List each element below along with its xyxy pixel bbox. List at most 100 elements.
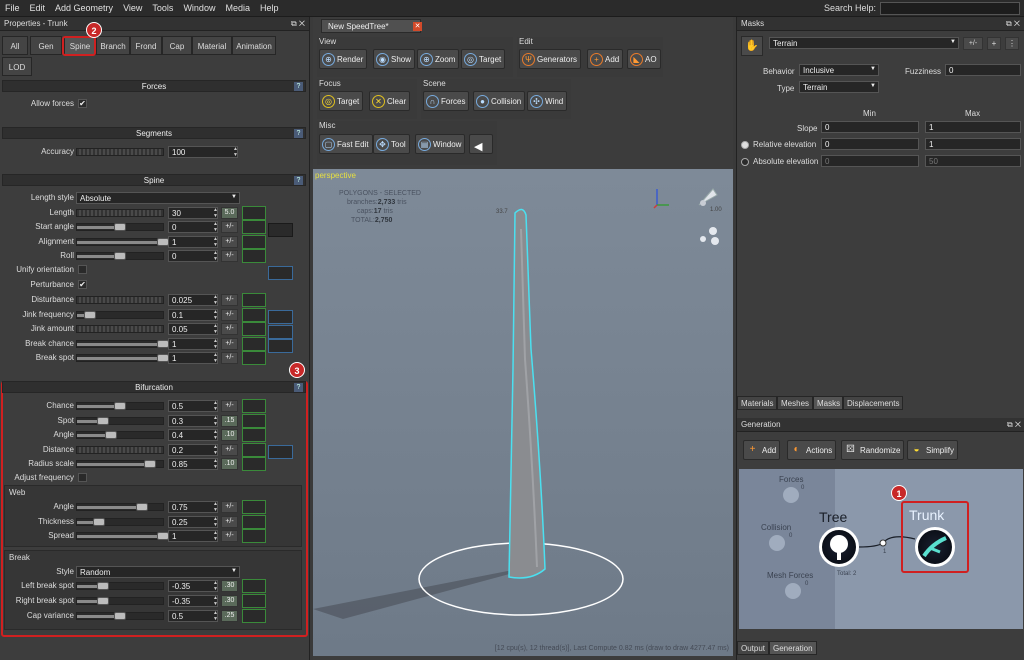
slider-knob[interactable]: [83, 310, 96, 319]
spread-field[interactable]: 1: [168, 530, 218, 542]
bifurcation-section-header[interactable]: Bifurcation?: [2, 381, 306, 393]
trunk-model[interactable]: [313, 169, 733, 656]
left-break-spot-slider[interactable]: [76, 582, 164, 590]
back-arrow-button[interactable]: ◀: [469, 134, 493, 154]
tool-button[interactable]: ✥ Tool: [373, 134, 410, 154]
break-chance-variance-button[interactable]: +/-: [221, 337, 238, 350]
spin-arrows-icon[interactable]: ▲ ▼: [233, 146, 239, 158]
panel-float-close-icon[interactable]: ⧉ ✕: [291, 19, 305, 29]
panel-float-close-icon[interactable]: ⧉ ✕: [1007, 420, 1021, 430]
generation-graph[interactable]: Forces 0 Collision 0 Mesh Forces 0 Tree …: [739, 469, 1023, 629]
thickness-field[interactable]: 0.25: [168, 515, 218, 528]
spread-curve-editor[interactable]: [242, 529, 266, 543]
tab-frond[interactable]: Frond: [130, 36, 162, 55]
type-dropdown[interactable]: Terrain ▼: [799, 81, 879, 93]
tab-material[interactable]: Material: [192, 36, 232, 55]
jink-amount-slider[interactable]: [76, 325, 164, 333]
relative-max-field[interactable]: 1: [925, 138, 1021, 150]
roll-field[interactable]: 0: [168, 249, 218, 262]
spin-arrows-icon[interactable]: ▲ ▼: [213, 236, 219, 248]
spin-arrows-icon[interactable]: ▲ ▼: [213, 610, 219, 622]
relative-elevation-radio[interactable]: [741, 141, 749, 149]
ao-button[interactable]: ◣ AO: [627, 49, 661, 69]
absolute-max-field[interactable]: 50: [925, 155, 1021, 167]
length-variance-button[interactable]: 5.0: [221, 207, 238, 219]
cap-variance-variance-button[interactable]: .25: [221, 610, 238, 622]
length-curve-editor[interactable]: [242, 206, 266, 220]
slider-knob[interactable]: [135, 503, 148, 511]
curve-preview[interactable]: [268, 310, 293, 324]
spot-field[interactable]: 0.3: [168, 414, 218, 427]
spin-arrows-icon[interactable]: ▲ ▼: [213, 580, 219, 592]
slider-knob[interactable]: [105, 431, 118, 439]
length-style-dropdown[interactable]: Absolute ▼: [76, 192, 240, 204]
fuzziness-field[interactable]: 0: [945, 64, 1021, 76]
angle-variance-button[interactable]: +/-: [221, 501, 238, 513]
absolute-elevation-radio[interactable]: [741, 158, 749, 166]
generators-button[interactable]: Ψ Generators: [519, 49, 582, 69]
right-break-spot-curve-editor[interactable]: [242, 594, 266, 608]
slope-max-field[interactable]: 1: [925, 121, 1021, 133]
break-chance-curve-editor[interactable]: [242, 336, 266, 351]
tab-animation[interactable]: Animation: [232, 36, 276, 55]
disturbance-slider[interactable]: [76, 296, 164, 304]
3d-viewport[interactable]: perspective POLYGONS - SELECTED branches…: [313, 169, 733, 656]
wind-button[interactable]: ✣ Wind: [527, 91, 568, 111]
tab-materials[interactable]: Materials: [737, 396, 777, 410]
menu-add-geometry[interactable]: Add Geometry: [50, 0, 118, 13]
spin-arrows-icon[interactable]: ▲ ▼: [213, 323, 219, 335]
search-help-input[interactable]: [880, 2, 1020, 15]
chance-variance-button[interactable]: +/-: [221, 400, 238, 412]
curve-preview[interactable]: [268, 223, 293, 237]
angle-field[interactable]: 0.4: [168, 429, 218, 441]
adjust-frequency-checkbox[interactable]: [78, 473, 87, 482]
angle-slider[interactable]: [76, 503, 164, 511]
view-target-button[interactable]: ◎ Target: [461, 49, 506, 69]
spin-arrows-icon[interactable]: ▲ ▼: [213, 429, 219, 441]
plus-minus-button[interactable]: +/-: [963, 37, 983, 50]
radius-scale-variance-button[interactable]: .10: [221, 458, 238, 470]
menu-help[interactable]: Help: [255, 0, 284, 13]
zoom-button[interactable]: ⊕ Zoom: [417, 49, 460, 69]
jink-amount-curve-editor[interactable]: [242, 322, 266, 336]
spin-arrows-icon[interactable]: ▲ ▼: [213, 352, 219, 364]
thickness-curve-editor[interactable]: [242, 514, 266, 529]
collision-button[interactable]: ● Collision: [473, 91, 526, 111]
jink-amount-field[interactable]: 0.05: [168, 323, 218, 335]
jink-frequency-field[interactable]: 0.1: [168, 308, 218, 321]
relative-min-field[interactable]: 0: [821, 138, 919, 150]
slider-knob[interactable]: [114, 402, 126, 410]
tab-cap[interactable]: Cap: [162, 36, 192, 55]
chance-slider[interactable]: [76, 402, 164, 410]
curve-preview[interactable]: [268, 445, 293, 459]
tab-masks[interactable]: Masks: [813, 396, 843, 410]
angle-curve-editor[interactable]: [242, 428, 266, 442]
spin-arrows-icon[interactable]: ▲ ▼: [213, 458, 219, 470]
distance-field[interactable]: 0.2: [168, 443, 218, 456]
perturbance-checkbox[interactable]: ✔: [78, 280, 87, 289]
absolute-min-field[interactable]: 0: [821, 155, 919, 167]
render-button[interactable]: ⊕ Render: [319, 49, 368, 69]
right-break-spot-slider[interactable]: [76, 597, 164, 605]
spin-arrows-icon[interactable]: ▲ ▼: [213, 207, 219, 219]
left-break-spot-field[interactable]: -0.35: [168, 580, 218, 592]
show-button[interactable]: ◉ Show: [373, 49, 416, 69]
alignment-curve-editor[interactable]: [242, 234, 266, 249]
slope-min-field[interactable]: 0: [821, 121, 919, 133]
slider-knob[interactable]: [114, 251, 126, 260]
help-icon[interactable]: ?: [294, 129, 303, 138]
fast-edit-button[interactable]: ▢ Fast Edit: [319, 134, 373, 154]
alignment-slider[interactable]: [76, 237, 169, 246]
spin-arrows-icon[interactable]: ▲ ▼: [213, 444, 219, 456]
slider-knob[interactable]: [92, 517, 105, 526]
jink-frequency-variance-button[interactable]: +/-: [221, 308, 238, 321]
spin-arrows-icon[interactable]: ▲ ▼: [213, 309, 219, 321]
thickness-variance-button[interactable]: +/-: [221, 515, 238, 528]
radius-scale-field[interactable]: 0.85: [168, 458, 218, 470]
start-angle-field[interactable]: 0: [168, 221, 218, 234]
edit-add-button[interactable]: + Add: [587, 49, 624, 69]
behavior-dropdown[interactable]: Inclusive ▼: [799, 64, 879, 76]
focus-target-button[interactable]: ◎ Target: [319, 91, 364, 111]
slider-knob[interactable]: [96, 582, 109, 590]
spin-arrows-icon[interactable]: ▲ ▼: [213, 516, 219, 528]
